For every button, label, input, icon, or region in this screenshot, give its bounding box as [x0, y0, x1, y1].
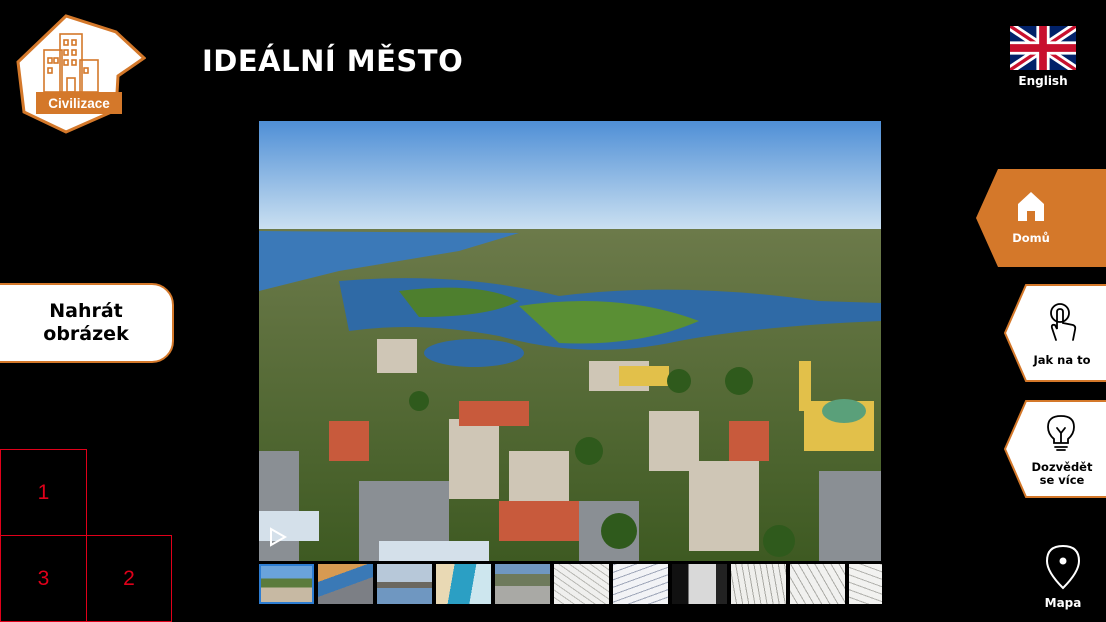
nav-home[interactable]: Domů: [976, 169, 1106, 267]
touch-hand-icon: [1050, 303, 1077, 341]
grid-cell-2[interactable]: 2: [86, 535, 172, 622]
upload-label: Nahrát obrázek: [43, 300, 129, 345]
grid-cell-1[interactable]: 1: [0, 449, 87, 536]
nav-howto[interactable]: Jak na to: [1004, 284, 1106, 382]
nav-learn-more-label: Dozvědět se více: [1031, 460, 1093, 487]
thumbnail-1[interactable]: [259, 564, 314, 604]
thumbnail-6[interactable]: [554, 564, 609, 604]
thumbnail-7[interactable]: [613, 564, 668, 604]
nav-home-label: Domů: [1012, 231, 1050, 245]
logo-label: Civilizace: [48, 96, 110, 111]
language-switch[interactable]: English: [1008, 26, 1078, 88]
nav-howto-label: Jak na to: [1033, 353, 1091, 367]
upload-image-button[interactable]: Nahrát obrázek: [0, 283, 174, 363]
grid-cell-3[interactable]: 3: [0, 535, 87, 622]
language-label: English: [1018, 74, 1068, 88]
nav-learn-more[interactable]: Dozvědět se více: [1004, 400, 1106, 498]
thumbnail-9[interactable]: [731, 564, 786, 604]
civilizace-logo[interactable]: Civilizace: [14, 12, 147, 134]
nav-map[interactable]: Mapa: [1030, 542, 1096, 610]
thumbnail-4[interactable]: [436, 564, 491, 604]
uk-flag-icon: [1010, 26, 1076, 70]
map-pin-icon: [1045, 544, 1081, 590]
thumbnail-3[interactable]: [377, 564, 432, 604]
thumbnail-10[interactable]: [790, 564, 845, 604]
main-image: [259, 121, 881, 561]
home-icon: [1018, 192, 1044, 221]
thumbnail-5[interactable]: [495, 564, 550, 604]
thumbnail-2[interactable]: [318, 564, 373, 604]
thumbnail-11[interactable]: [849, 564, 882, 604]
nav-map-label: Mapa: [1044, 596, 1082, 610]
thumbnail-strip: [259, 564, 882, 606]
page-title: IDEÁLNÍ MĚSTO: [202, 44, 464, 78]
thumbnail-8[interactable]: [672, 564, 727, 604]
lightbulb-icon: [1047, 415, 1075, 451]
